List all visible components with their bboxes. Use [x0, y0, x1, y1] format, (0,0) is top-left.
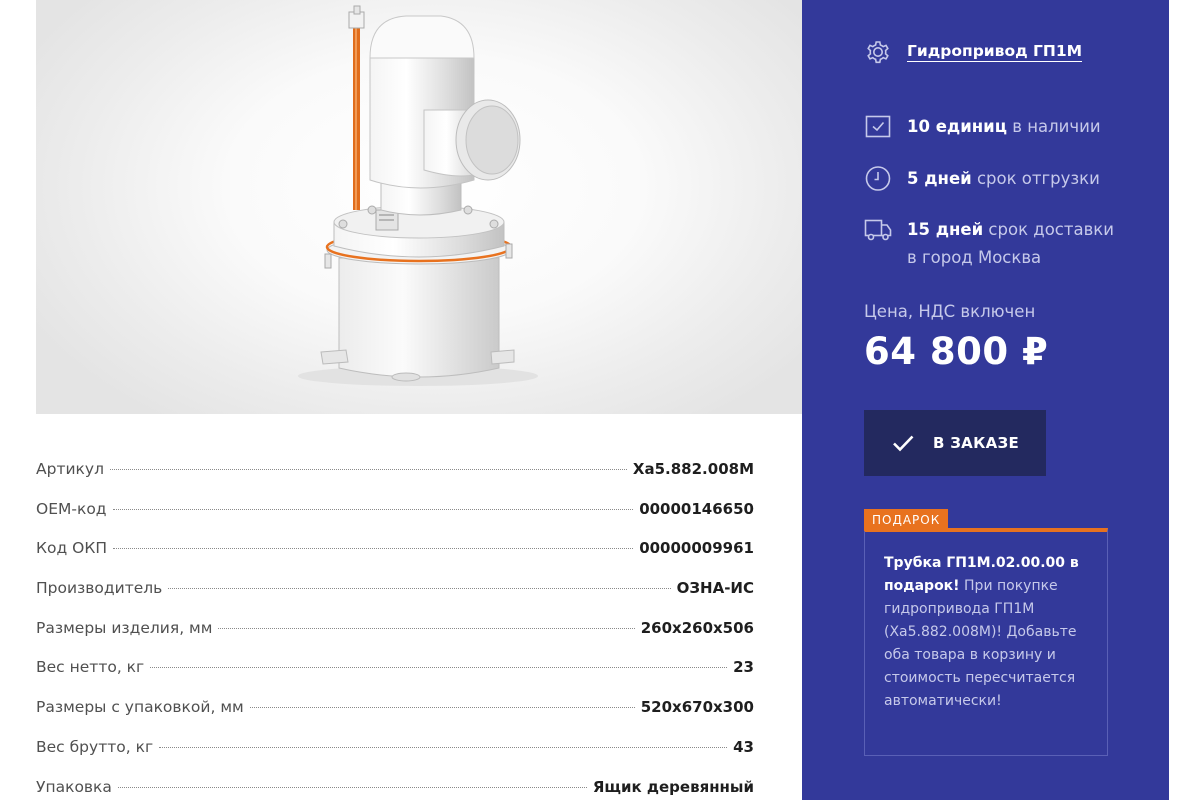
gift-badge: ПОДАРОК	[864, 509, 949, 531]
spec-dots	[150, 667, 728, 669]
delivery-info: 15 дней срок доставки в город Москва	[864, 216, 1124, 272]
purchase-panel: Гидропривод ГП1М 10 единиц в наличии 5 д…	[802, 0, 1169, 800]
hydraulic-drive-illustration	[298, 5, 538, 386]
spec-row-dimensions: Размеры изделия, мм 260x260x506	[36, 619, 754, 659]
spec-row-oem: ОЕМ-код 00000146650	[36, 500, 754, 540]
spec-value: ОЗНА-ИС	[676, 579, 754, 598]
spec-value: 00000146650	[639, 499, 754, 518]
spec-label: Размеры изделия, мм	[36, 618, 213, 637]
page-right-margin	[1169, 0, 1200, 800]
spec-dots	[112, 508, 634, 510]
spec-label: Упаковка	[36, 777, 112, 796]
in-cart-label: В ЗАКАЗЕ	[932, 434, 1020, 452]
gear-icon	[867, 41, 889, 64]
specs-table: Артикул Ха5.882.008М ОЕМ-код 00000146650…	[36, 460, 754, 800]
spec-label: Вес брутто, кг	[36, 737, 154, 756]
clock-icon	[865, 166, 891, 191]
in-cart-button[interactable]: В ЗАКАЗЕ	[864, 410, 1046, 476]
spec-label: Размеры с упаковкой, мм	[36, 698, 244, 717]
spec-row-gross-weight: Вес брутто, кг 43	[36, 738, 754, 778]
stock-count: 10 единиц	[907, 117, 1007, 136]
spec-dots	[113, 548, 634, 550]
product-link[interactable]: Гидропривод ГП1М	[864, 38, 1083, 66]
shipping-label: срок отгрузки	[971, 169, 1100, 188]
product-image[interactable]	[36, 0, 802, 414]
truck-icon	[864, 219, 892, 241]
gift-promo: Трубка ГП1М.02.00.00 в подарок! При поку…	[864, 528, 1108, 756]
spec-label: Производитель	[36, 579, 163, 598]
spec-value: 260x260x506	[640, 618, 754, 637]
spec-dots	[249, 707, 635, 709]
spec-value: 00000009961	[639, 539, 754, 558]
product-name-link[interactable]: Гидропривод ГП1М	[907, 42, 1083, 63]
spec-label: Артикул	[36, 460, 104, 478]
spec-dots	[110, 469, 627, 470]
spec-row-article: Артикул Ха5.882.008М	[36, 460, 754, 500]
spec-label: ОЕМ-код	[36, 499, 107, 518]
spec-row-packaging: Упаковка Ящик деревянный	[36, 778, 754, 800]
shipping-info: 5 дней срок отгрузки	[864, 165, 1100, 193]
spec-value: 43	[733, 737, 754, 756]
price-value: 64 800 ₽	[864, 330, 1049, 373]
spec-dots	[159, 746, 728, 748]
stock-label: в наличии	[1006, 117, 1101, 136]
spec-row-package-dimensions: Размеры с упаковкой, мм 520x670x300	[36, 698, 754, 738]
spec-dots	[117, 786, 587, 788]
shipping-days: 5 дней	[907, 169, 972, 188]
price-label: Цена, НДС включен	[864, 302, 1036, 321]
spec-value: 23	[733, 658, 754, 677]
spec-dots	[218, 627, 635, 629]
spec-dots	[168, 588, 671, 590]
spec-label: Вес нетто, кг	[36, 658, 145, 677]
spec-row-manufacturer: Производитель ОЗНА-ИС	[36, 579, 754, 619]
checkbox-icon	[865, 115, 891, 138]
spec-value: Ха5.882.008М	[632, 460, 754, 478]
spec-row-net-weight: Вес нетто, кг 23	[36, 658, 754, 698]
spec-row-okp: Код ОКП 00000009961	[36, 539, 754, 579]
spec-label: Код ОКП	[36, 539, 107, 558]
gift-text: Трубка ГП1М.02.00.00 в подарок! При поку…	[884, 552, 1089, 713]
gift-description: При покупке гидропривода ГП1М (Ха5.882.0…	[884, 578, 1077, 709]
spec-value: Ящик деревянный	[592, 777, 754, 796]
stock-info: 10 единиц в наличии	[864, 113, 1101, 141]
delivery-days: 15 дней	[907, 220, 984, 239]
check-icon	[893, 435, 914, 452]
spec-value: 520x670x300	[640, 698, 754, 717]
